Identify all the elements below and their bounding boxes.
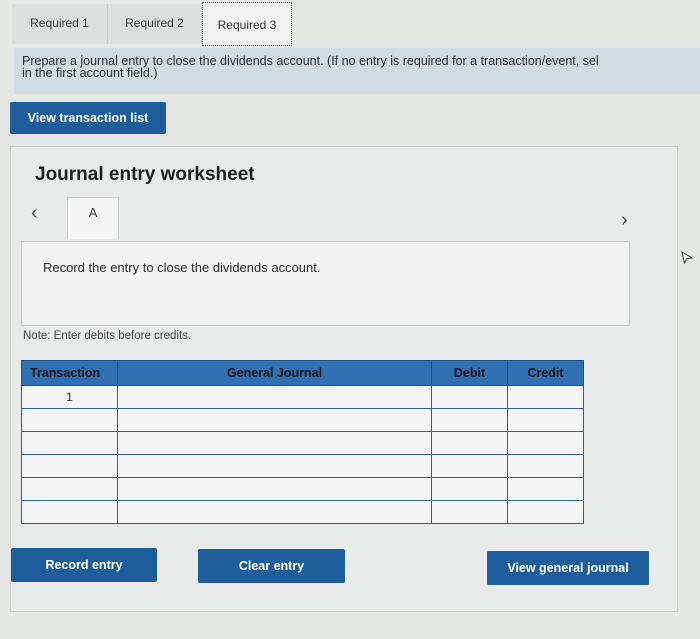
chevron-right-icon[interactable]: ›	[621, 209, 628, 232]
table-row	[21, 477, 584, 501]
journal-worksheet-panel: Journal entry worksheet ‹ A › Record the…	[10, 146, 678, 612]
transaction-cell	[21, 408, 118, 432]
entry-prompt-box: Record the entry to close the dividends …	[21, 241, 630, 326]
transaction-cell	[21, 431, 118, 455]
credit-field[interactable]	[507, 385, 584, 409]
entry-prompt-text: Record the entry to close the dividends …	[43, 260, 321, 275]
tab-bar: Required 1 Required 2 Required 3	[0, 0, 700, 50]
table-row	[21, 500, 584, 524]
debit-credit-note: Note: Enter debits before credits.	[23, 330, 192, 342]
debit-field[interactable]	[431, 500, 508, 524]
account-field[interactable]	[117, 385, 432, 409]
tab-required-3[interactable]: Required 3	[202, 2, 292, 46]
view-general-journal-button[interactable]: View general journal	[487, 551, 649, 585]
debit-field[interactable]	[431, 408, 508, 432]
transaction-cell	[21, 500, 118, 524]
instructions-banner: Prepare a journal entry to close the div…	[14, 48, 700, 94]
tab-required-1[interactable]: Required 1	[12, 4, 108, 44]
chevron-left-icon[interactable]: ‹	[31, 202, 38, 225]
debit-field[interactable]	[431, 477, 508, 501]
step-tab-a[interactable]: A	[67, 197, 119, 239]
record-entry-button[interactable]: Record entry	[11, 548, 157, 582]
account-field[interactable]	[117, 408, 432, 432]
account-field[interactable]	[117, 454, 432, 478]
credit-field[interactable]	[507, 477, 584, 501]
view-transaction-list-button[interactable]: View transaction list	[10, 102, 166, 134]
table-row	[21, 431, 584, 455]
credit-field[interactable]	[507, 408, 584, 432]
account-field[interactable]	[117, 477, 432, 501]
worksheet-title: Journal entry worksheet	[35, 164, 255, 185]
journal-table: Transaction General Journal Debit Credit…	[21, 360, 584, 524]
table-row	[21, 454, 584, 478]
col-header-debit: Debit	[431, 360, 508, 386]
debit-field[interactable]	[431, 385, 508, 409]
debit-field[interactable]	[431, 431, 508, 455]
table-row	[21, 408, 584, 432]
credit-field[interactable]	[507, 431, 584, 455]
transaction-cell: 1	[21, 385, 118, 409]
credit-field[interactable]	[507, 454, 584, 478]
credit-field[interactable]	[507, 500, 584, 524]
col-header-transaction: Transaction	[21, 360, 118, 386]
instructions-line-2: in the first account field.)	[22, 66, 158, 80]
tab-required-2[interactable]: Required 2	[108, 4, 202, 44]
debit-field[interactable]	[431, 454, 508, 478]
account-field[interactable]	[117, 431, 432, 455]
col-header-credit: Credit	[507, 360, 584, 386]
clear-entry-button[interactable]: Clear entry	[198, 549, 345, 583]
transaction-cell	[21, 477, 118, 501]
table-row: 1	[21, 385, 584, 409]
col-header-general-journal: General Journal	[117, 360, 432, 386]
transaction-cell	[21, 454, 118, 478]
account-field[interactable]	[117, 500, 432, 524]
mouse-cursor-icon	[681, 250, 694, 264]
